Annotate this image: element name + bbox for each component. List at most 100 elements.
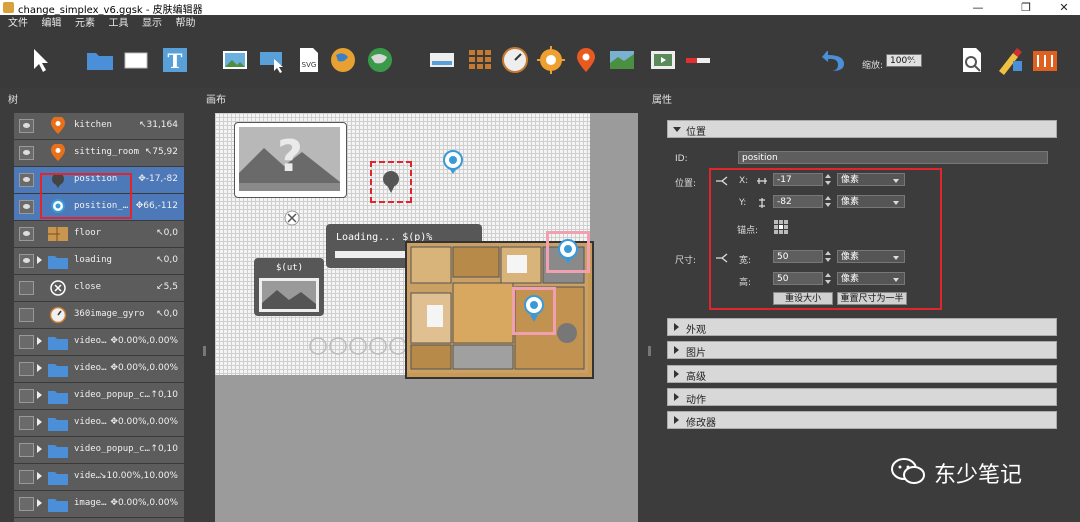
visibility-checkbox[interactable] [19,281,34,295]
expand-arrow-icon[interactable] [37,418,42,426]
rectangle-tool-icon[interactable] [121,45,151,75]
tree-row[interactable]: video_popup_c… ↑0,10 [14,383,184,410]
expand-arrow-icon[interactable] [37,256,42,264]
menu-tools[interactable]: 工具 [109,15,129,32]
map-tool-icon[interactable] [607,45,637,75]
id-field[interactable]: position [738,151,1048,164]
eye-icon[interactable] [19,173,34,187]
hotspot-pin-icon[interactable] [441,149,465,175]
minimize-button[interactable]: — [958,0,998,15]
section-actions[interactable]: 动作 [667,388,1057,406]
properties-panel-title: 属性 [652,95,672,106]
svg-text:T: T [168,49,183,73]
menu-help[interactable]: 帮助 [176,15,196,32]
visibility-checkbox[interactable] [19,308,34,322]
expand-arrow-icon [674,370,679,378]
tree-item-name: sitting_room [74,147,140,157]
control-icons-row[interactable] [307,335,407,357]
text-tool-icon[interactable]: T [160,45,190,75]
visibility-checkbox[interactable] [19,362,34,376]
expand-arrow-icon[interactable] [37,472,42,480]
section-modifiers[interactable]: 修改器 [667,411,1057,429]
tree-row[interactable]: close ↙5,5 [14,275,184,302]
maximize-button[interactable]: ❐ [1006,0,1046,15]
splitter-handle-left[interactable] [203,346,206,356]
image-tool-icon[interactable] [220,45,250,75]
edit-brush-icon[interactable] [995,45,1025,75]
tree-row[interactable]: video… ✥0.00%,0.00% [14,410,184,437]
kitchen-hotspot-frame[interactable] [546,231,590,273]
menu-element[interactable]: 元素 [75,15,95,32]
tree-item-position: ✥-17,-82 [138,174,178,184]
tree-row[interactable]: video… ✥0.00%,0.00% [14,356,184,383]
visibility-checkbox[interactable] [19,470,34,484]
preview-search-icon[interactable] [957,45,987,75]
hotspot-target-icon[interactable] [536,45,566,75]
section-image[interactable]: 图片 [667,341,1057,359]
folder-tool-icon[interactable] [85,45,115,75]
globe-tool-icon[interactable] [328,45,358,75]
expand-arrow-icon[interactable] [37,499,42,507]
tree-row[interactable]: loading ↖0,0 [14,248,184,275]
expand-arrow-icon[interactable] [37,445,42,453]
splitter-handle-right[interactable] [648,346,651,356]
tree-row[interactable]: kitchen ↖31,164 [14,113,184,140]
section-position[interactable]: 位置 [667,120,1057,138]
tree-item-position: ↖75,92 [144,147,178,157]
eye-icon[interactable] [19,119,34,133]
progress-bar-tool-icon[interactable] [683,45,713,75]
visibility-checkbox[interactable] [19,335,34,349]
tree-row[interactable]: vide… ↘10.00%,10.00% [14,464,184,491]
tree-row[interactable]: floor ↖0,0 [14,221,184,248]
visibility-checkbox[interactable] [19,497,34,511]
tree-item-position: ↑0,10 [150,390,178,400]
skin-canvas[interactable]: ? Loading... $(p)% $(ut) [215,113,594,379]
tree-row[interactable]: video_popup_c… ↑0,10 [14,437,184,464]
eye-icon[interactable] [19,227,34,241]
folder-icon [47,468,69,486]
image-placeholder[interactable]: ? [234,122,347,198]
menu-view[interactable]: 显示 [142,15,162,32]
floorplan-icon [47,225,69,243]
eye-icon[interactable] [19,146,34,160]
undo-icon[interactable] [818,45,848,75]
close-window-button[interactable]: ✕ [1044,0,1080,15]
grid-tool-icon[interactable] [465,45,495,75]
canvas-area[interactable]: ? Loading... $(p)% $(ut) [215,113,638,522]
sitting-room-hotspot-frame[interactable] [512,287,556,335]
tree-item-name: image… [74,498,107,508]
section-appearance[interactable]: 外观 [667,318,1057,336]
tree-item-position: ↙5,5 [156,282,178,292]
selected-position-marker[interactable] [370,161,412,203]
section-advanced[interactable]: 高级 [667,365,1057,383]
expand-arrow-icon[interactable] [37,337,42,345]
visibility-checkbox[interactable] [19,416,34,430]
tools-settings-icon[interactable] [1030,45,1060,75]
video-tool-icon[interactable] [648,45,678,75]
eye-icon[interactable] [19,200,34,214]
tree-row[interactable]: 360image_gyro ↖0,0 [14,302,184,329]
visibility-checkbox[interactable] [19,443,34,457]
expand-arrow-icon[interactable] [37,364,42,372]
svg-tool-icon[interactable]: SVG [294,45,324,75]
menu-file[interactable]: 文件 [8,15,28,32]
eye-icon[interactable] [19,254,34,268]
menu-edit[interactable]: 编辑 [42,15,62,32]
select-arrow-icon[interactable] [25,45,55,75]
section-position-label: 位置 [686,127,706,138]
map-pin-tool-icon[interactable] [571,45,601,75]
compass-dial-icon[interactable] [500,45,530,75]
tree-row[interactable]: sitting_room ↖75,92 [14,140,184,167]
map-globe-icon[interactable] [365,45,395,75]
panel-tool-icon[interactable] [427,45,457,75]
tree-item-name: kitchen [74,120,112,130]
zoom-select[interactable]: 100% [886,54,922,67]
expand-arrow-icon[interactable] [37,391,42,399]
ut-image-box[interactable]: $(ut) [254,258,324,316]
tree-row[interactable]: video… ✥0.00%,0.00% [14,329,184,356]
close-marker-icon[interactable] [282,208,302,228]
visibility-checkbox[interactable] [19,389,34,403]
tree-row[interactable]: image… ✥0.00%,0.00% [14,491,184,518]
button-tool-icon[interactable] [257,45,287,75]
tree-item-position: ✥0.00%,0.00% [110,417,178,427]
